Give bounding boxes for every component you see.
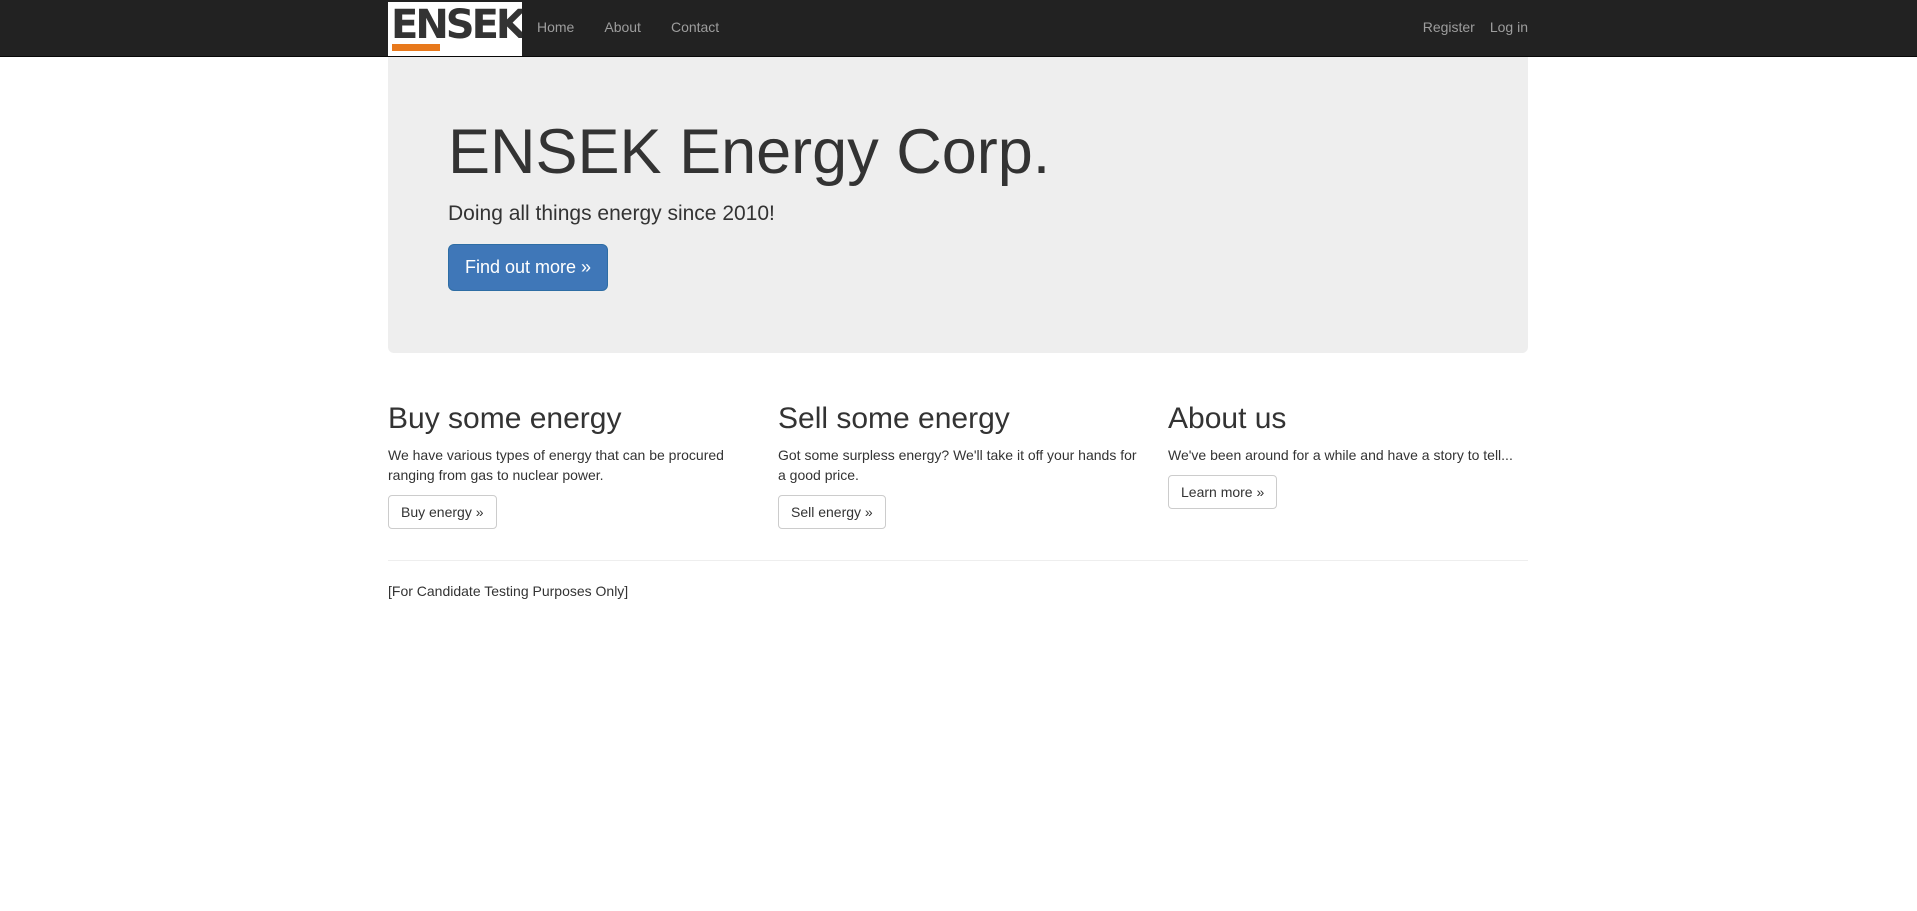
sell-energy-text: Got some surpless energy? We'll take it … <box>778 447 1137 483</box>
brand-logo-text: ENSEK <box>391 2 522 48</box>
sell-energy-heading: Sell some energy <box>778 402 1010 435</box>
main-nav: Home About Contact <box>522 0 734 54</box>
navbar-container: ENSEK Home About Contact Register Log in <box>388 0 1528 57</box>
buy-energy-heading: Buy some energy <box>388 402 622 435</box>
sell-energy-button[interactable]: Sell energy » <box>778 495 886 529</box>
nav-link-home[interactable]: Home <box>522 0 589 54</box>
about-us-text: We've been around for a while and have a… <box>1168 447 1513 463</box>
account-nav: Register Log in <box>1408 0 1528 54</box>
footer-text: [For Candidate Testing Purposes Only] <box>388 583 629 599</box>
brand-accent-bar <box>392 44 440 51</box>
hero-jumbotron: ENSEK Energy Corp. Doing all things ener… <box>388 57 1528 353</box>
nav-link-login[interactable]: Log in <box>1475 0 1528 54</box>
top-navbar: ENSEK Home About Contact Register Log in <box>0 0 1917 57</box>
learn-more-button[interactable]: Learn more » <box>1168 475 1278 509</box>
nav-link-register[interactable]: Register <box>1408 0 1475 54</box>
footer-divider <box>388 560 1528 561</box>
hero-lead: Doing all things energy since 2010! <box>448 202 775 225</box>
nav-link-contact[interactable]: Contact <box>656 0 734 54</box>
nav-link-about[interactable]: About <box>589 0 656 54</box>
buy-energy-text: We have various types of energy that can… <box>388 447 724 483</box>
about-us-heading: About us <box>1168 402 1287 435</box>
brand-logo[interactable]: ENSEK <box>388 2 522 56</box>
about-us-section: About us We've been around for a while a… <box>1168 396 1528 509</box>
find-out-more-button[interactable]: Find out more » <box>448 244 608 291</box>
buy-energy-section: Buy some energy We have various types of… <box>388 396 748 529</box>
sell-energy-section: Sell some energy Got some surpless energ… <box>778 396 1138 529</box>
hero-title: ENSEK Energy Corp. <box>448 117 1051 187</box>
buy-energy-button[interactable]: Buy energy » <box>388 495 497 529</box>
